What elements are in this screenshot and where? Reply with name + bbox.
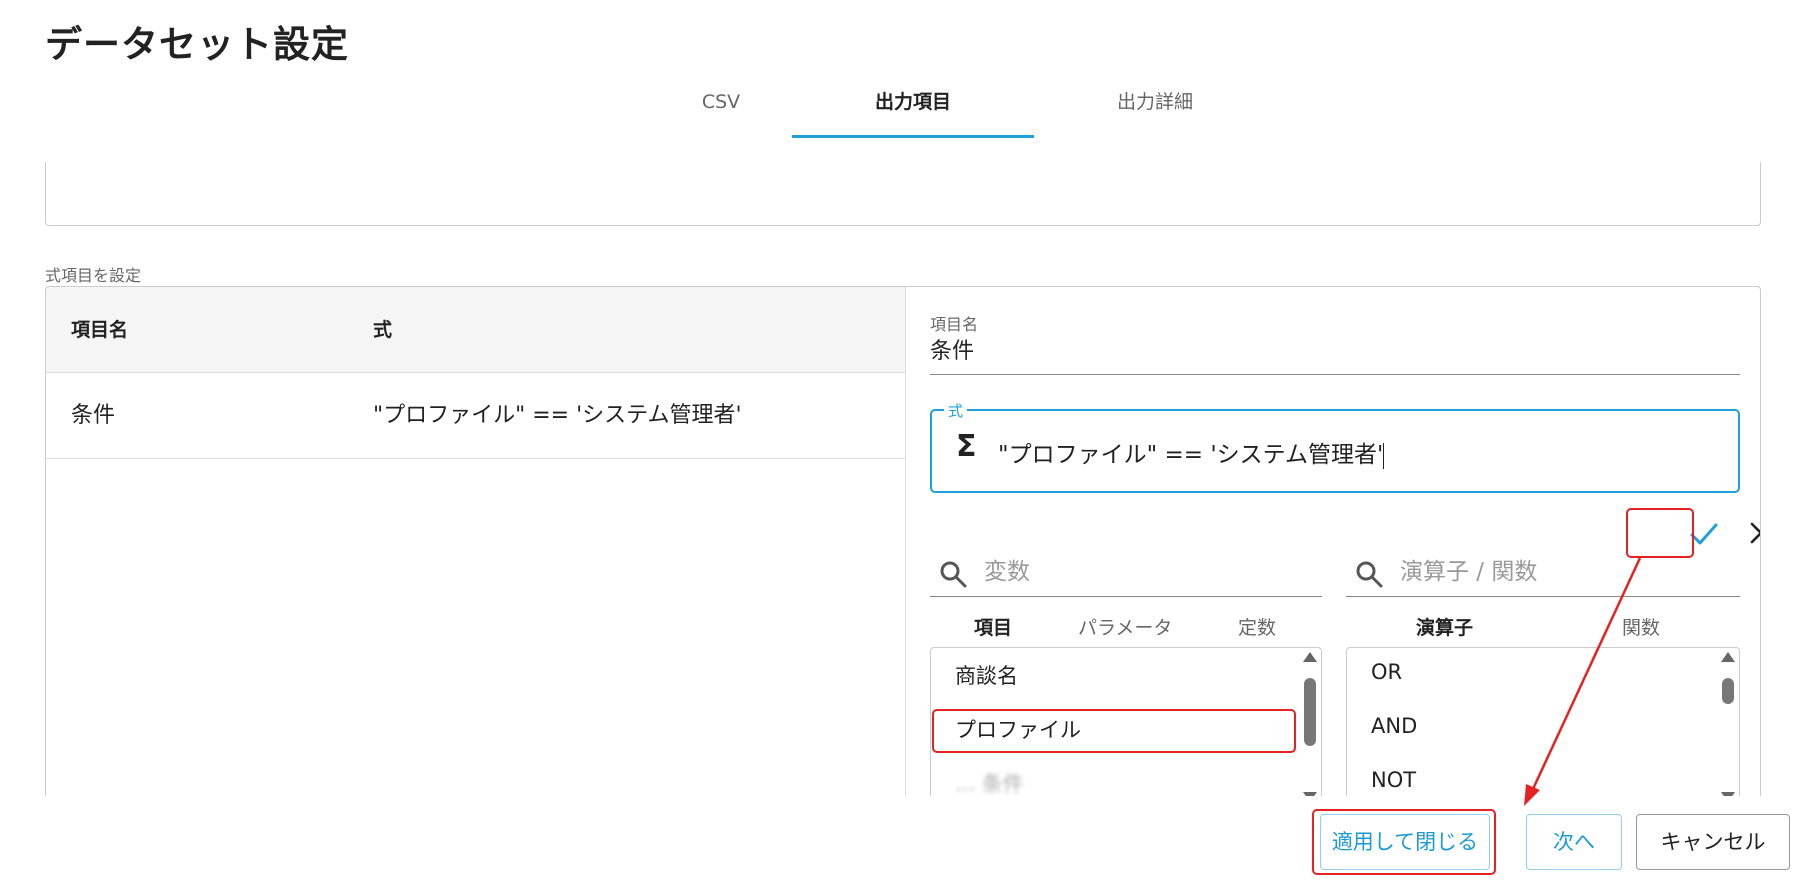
highlight-profile-item [932, 709, 1296, 753]
tab-bar: CSV 出力項目 出力詳細 [0, 82, 1805, 138]
scroll-up-icon[interactable] [1303, 652, 1317, 662]
list-item[interactable]: ... 条件 [955, 768, 1024, 796]
subtab-parameters[interactable]: パラメータ [1078, 613, 1172, 640]
column-header-name: 項目名 [71, 319, 129, 341]
page-title: データセット設定 [45, 23, 349, 66]
scroll-down-icon[interactable] [1721, 792, 1735, 796]
sigma-icon: Σ [956, 429, 977, 464]
subtab-items[interactable]: 項目 [974, 613, 1012, 640]
formula-settings-panel: 項目名 式 条件 "プロファイル" == 'システム管理者' 項目名 条件 式 … [45, 286, 1761, 796]
top-panel-remnant [45, 162, 1761, 226]
subtab-operators[interactable]: 演算子 [1416, 613, 1473, 640]
column-header-formula: 式 [373, 319, 393, 341]
tab-output-items[interactable]: 出力項目 [792, 82, 1034, 138]
highlight-confirm-button [1626, 508, 1694, 558]
text-caret [1383, 442, 1385, 469]
name-input[interactable]: 条件 [930, 335, 1740, 375]
variable-search-input[interactable] [984, 549, 1284, 595]
subtab-constants[interactable]: 定数 [1238, 613, 1276, 640]
variable-subtabs: 項目 パラメータ 定数 [930, 613, 1322, 645]
cancel-edit-button[interactable] [1742, 511, 1760, 557]
row-formula: "プロファイル" == 'システム管理者' [373, 403, 742, 428]
active-tab-underline [792, 135, 1034, 138]
close-icon [1750, 522, 1760, 544]
list-item[interactable]: 商談名 [955, 660, 1018, 690]
operator-list-scrollbar[interactable] [1721, 652, 1735, 796]
list-item[interactable]: AND [1371, 714, 1417, 738]
scroll-up-icon[interactable] [1721, 652, 1735, 662]
operator-subtabs: 演算子 関数 [1346, 613, 1740, 645]
operator-list: OR AND NOT [1346, 647, 1740, 796]
name-field-label: 項目名 [930, 315, 979, 334]
formula-list-pane: 項目名 式 条件 "プロファイル" == 'システム管理者' [46, 287, 906, 796]
scroll-down-icon[interactable] [1303, 792, 1317, 796]
tab-csv-label: CSV [701, 91, 741, 113]
scroll-thumb[interactable] [1304, 678, 1316, 746]
table-header: 項目名 式 [46, 287, 905, 373]
highlight-apply-button [1312, 809, 1496, 875]
formula-field-label: 式 [944, 400, 968, 421]
search-icon [940, 561, 967, 588]
next-button[interactable]: 次へ [1526, 814, 1622, 870]
row-name: 条件 [71, 403, 116, 428]
formula-text: "プロファイル" == 'システム管理者' [998, 442, 1384, 468]
tab-output-details[interactable]: 出力詳細 [1034, 82, 1276, 138]
formula-field[interactable]: 式 Σ "プロファイル" == 'システム管理者' [930, 400, 1740, 493]
variable-search[interactable] [930, 549, 1322, 597]
formula-input[interactable]: "プロファイル" == 'システム管理者' [998, 435, 1385, 469]
variable-list-scrollbar[interactable] [1303, 652, 1317, 796]
tab-output-items-label: 出力項目 [874, 91, 951, 113]
section-label: 式項目を設定 [45, 266, 142, 285]
list-item[interactable]: NOT [1371, 768, 1416, 792]
subtab-functions[interactable]: 関数 [1622, 613, 1660, 640]
list-item[interactable]: OR [1371, 660, 1402, 684]
tab-output-details-label: 出力詳細 [1116, 91, 1193, 113]
scroll-thumb[interactable] [1722, 678, 1734, 704]
cancel-button[interactable]: キャンセル [1636, 814, 1790, 870]
table-row[interactable]: 条件 "プロファイル" == 'システム管理者' [46, 373, 905, 459]
search-icon [1356, 561, 1383, 588]
